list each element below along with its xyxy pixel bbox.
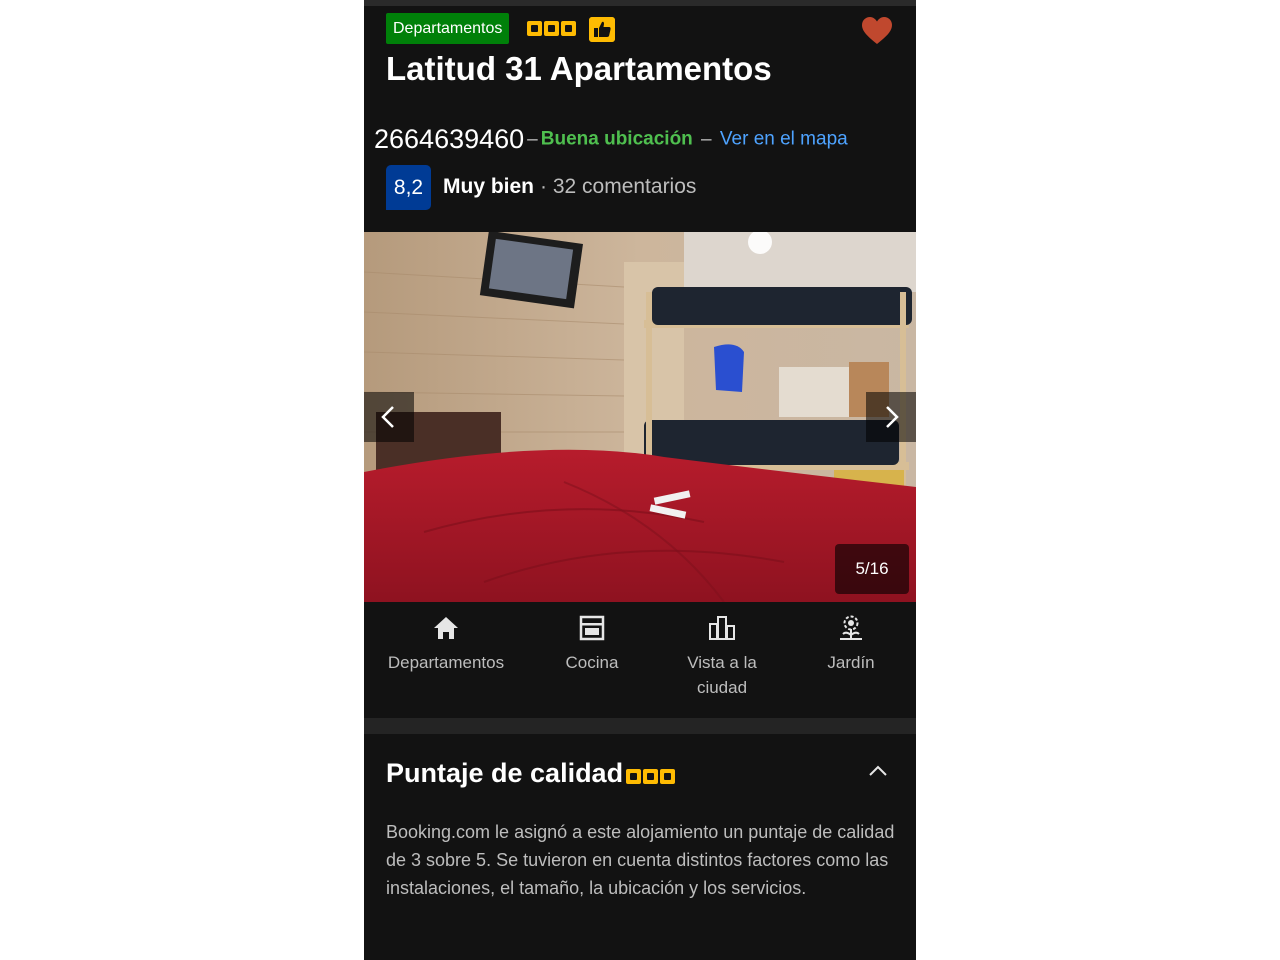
house-icon bbox=[434, 617, 458, 639]
chevron-right-icon bbox=[886, 406, 899, 428]
property-title: Latitud 31 Apartamentos bbox=[386, 50, 772, 87]
phone-number[interactable]: 2664639460 bbox=[374, 124, 524, 154]
chevron-left-icon bbox=[381, 406, 394, 428]
gallery-photo[interactable]: 5/16 bbox=[364, 232, 916, 602]
quality-rating-icon bbox=[626, 769, 675, 784]
quality-description: Booking.com le asignó a este alojamiento… bbox=[386, 822, 895, 898]
facility-label: Vista a la ciudad bbox=[687, 653, 757, 697]
next-photo-button[interactable] bbox=[866, 392, 916, 442]
flower-icon bbox=[840, 615, 862, 640]
review-count[interactable]: · 32 comentarios bbox=[540, 175, 696, 199]
city-icon bbox=[709, 616, 735, 640]
quality-score-section[interactable]: Puntaje de calidad Booking.com le asignó… bbox=[364, 734, 916, 960]
previous-photo-button[interactable] bbox=[364, 392, 414, 442]
view-map-link[interactable]: Ver en el mapa bbox=[720, 129, 848, 150]
property-info-line: 2664639460– Buena ubicación – Ver en el m… bbox=[374, 124, 848, 154]
score-badge: 8,2 bbox=[386, 165, 431, 210]
facility-vista-ciudad: Vista a la ciudad bbox=[676, 614, 768, 700]
property-type-badge: Departamentos bbox=[386, 13, 510, 44]
facilities-row: Departamentos Cocina Vista a la ciudad J… bbox=[364, 602, 916, 718]
thumbs-up-icon bbox=[589, 17, 615, 42]
facility-label: Jardín bbox=[827, 653, 875, 672]
app-screen: Departamentos Latitud 31 Apartamentos 26… bbox=[364, 0, 916, 960]
location-highlight: Buena ubicación bbox=[540, 128, 693, 150]
chevron-up-icon[interactable] bbox=[867, 764, 889, 778]
facility-departamentos: Departamentos bbox=[386, 614, 506, 675]
section-divider bbox=[364, 718, 916, 734]
quality-section-title: Puntaje de calidad bbox=[386, 758, 624, 788]
quality-rating-icon bbox=[527, 21, 576, 37]
facility-label: Cocina bbox=[565, 653, 619, 672]
property-header: Departamentos Latitud 31 Apartamentos 26… bbox=[364, 6, 916, 232]
facility-label: Departamentos bbox=[387, 653, 505, 672]
facility-cocina: Cocina bbox=[552, 614, 632, 675]
room-photo bbox=[364, 232, 916, 602]
facility-jardin: Jardín bbox=[816, 614, 886, 675]
heart-icon[interactable] bbox=[861, 16, 893, 46]
score-word: Muy bien bbox=[443, 175, 535, 198]
photo-counter: 5/16 bbox=[835, 544, 909, 594]
oven-icon bbox=[579, 615, 605, 641]
